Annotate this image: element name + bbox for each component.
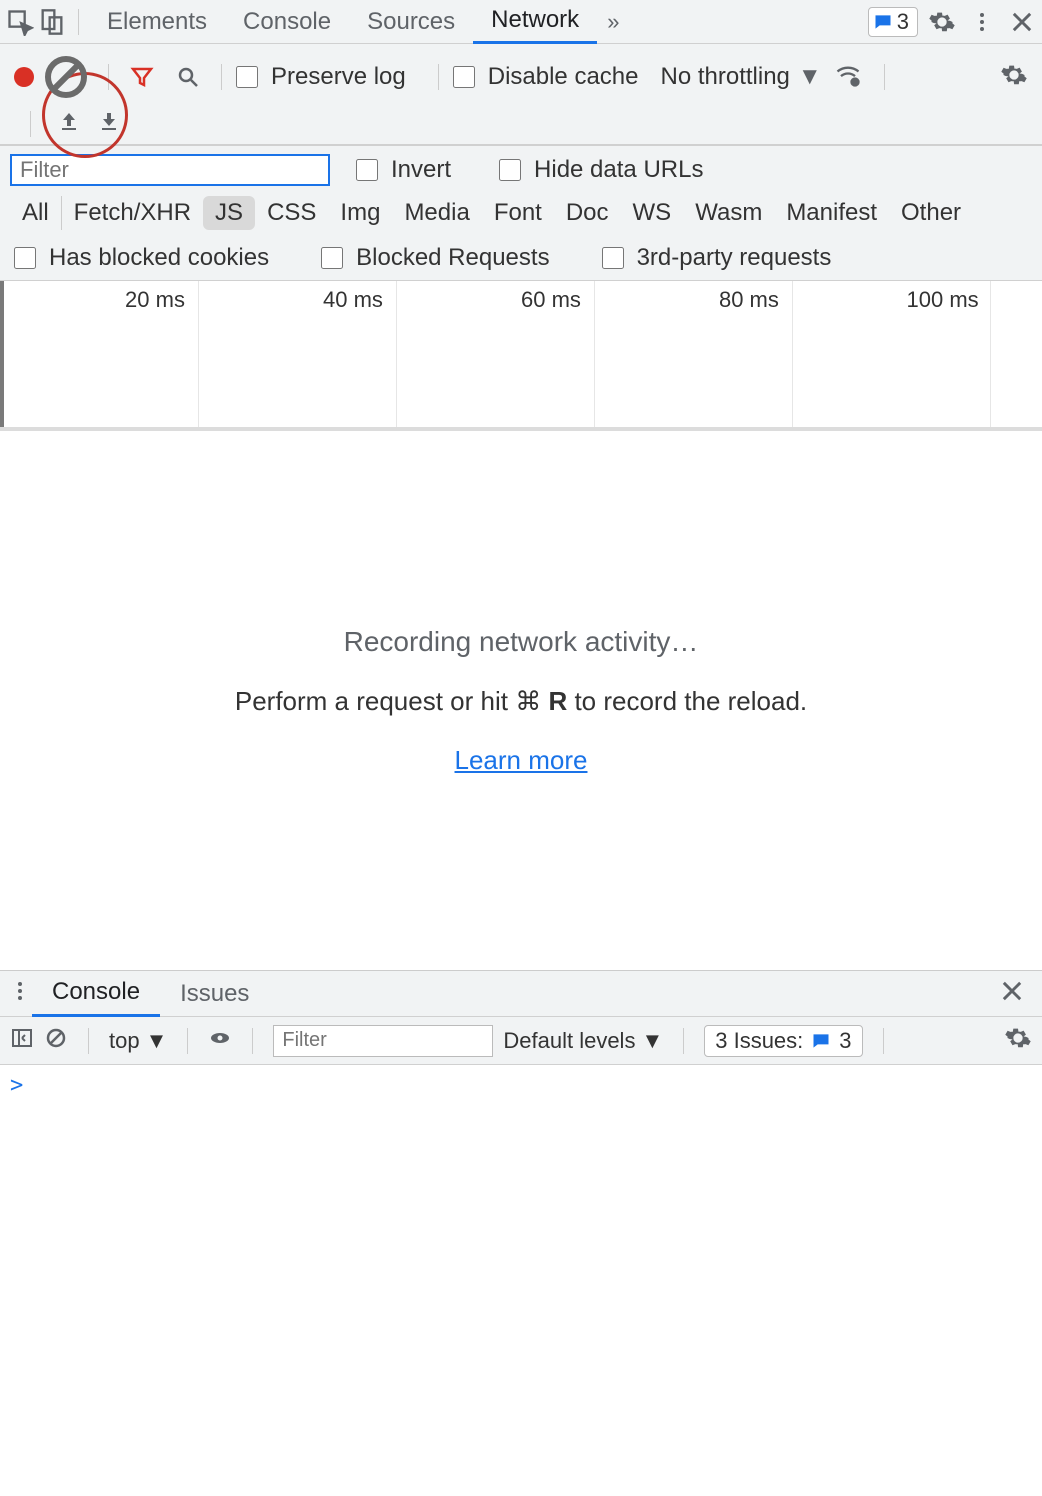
- filter-input[interactable]: [10, 154, 330, 186]
- timeline-tick: 20 ms: [125, 287, 185, 313]
- disable-cache-checkbox[interactable]: Disable cache: [449, 63, 639, 91]
- separator: [30, 111, 31, 137]
- console-clear-icon[interactable]: [44, 1026, 68, 1056]
- separator: [187, 1028, 188, 1054]
- timeline-cursor: [0, 281, 4, 427]
- separator: [438, 64, 439, 90]
- blocked-requests-checkbox[interactable]: Blocked Requests: [317, 244, 549, 272]
- live-expression-icon[interactable]: [208, 1026, 232, 1056]
- kebab-menu-icon[interactable]: [966, 6, 998, 38]
- issues-label: 3 Issues:: [715, 1028, 803, 1054]
- separator: [108, 64, 109, 90]
- separator: [221, 64, 222, 90]
- separator: [683, 1028, 684, 1054]
- clear-button[interactable]: [42, 53, 90, 101]
- tabs-overflow-icon[interactable]: »: [597, 9, 629, 35]
- record-button[interactable]: [14, 67, 34, 87]
- empty-hint: Perform a request or hit ⌘ R to record t…: [235, 686, 807, 717]
- console-context-value: top: [109, 1028, 140, 1054]
- separator: [88, 1028, 89, 1054]
- timeline-tick: 80 ms: [719, 287, 779, 313]
- console-sidebar-toggle-icon[interactable]: [10, 1026, 34, 1056]
- preserve-log-checkbox[interactable]: Preserve log: [232, 63, 406, 91]
- network-settings-icon[interactable]: [1000, 61, 1028, 94]
- inspect-element-icon[interactable]: [4, 6, 36, 38]
- search-icon[interactable]: [173, 62, 203, 92]
- drawer-tab-bar: Console Issues: [0, 971, 1042, 1017]
- type-filter-css[interactable]: CSS: [255, 196, 328, 230]
- has-blocked-cookies-label: Has blocked cookies: [49, 244, 269, 272]
- caret-down-icon: ▼: [641, 1028, 663, 1054]
- timeline-tick: 60 ms: [521, 287, 581, 313]
- close-devtools-icon[interactable]: [1006, 6, 1038, 38]
- learn-more-link[interactable]: Learn more: [455, 745, 588, 776]
- hide-data-urls-label: Hide data URLs: [534, 156, 703, 184]
- settings-gear-icon[interactable]: [926, 6, 958, 38]
- third-party-checkbox[interactable]: 3rd-party requests: [598, 244, 832, 272]
- console-levels-select[interactable]: Default levels ▼: [503, 1028, 663, 1054]
- drawer-close-icon[interactable]: [990, 977, 1034, 1010]
- timeline-tick: 40 ms: [323, 287, 383, 313]
- separator: [78, 9, 79, 35]
- console-prompt: >: [10, 1073, 23, 1098]
- type-filter-doc[interactable]: Doc: [554, 196, 621, 230]
- console-levels-value: Default levels: [503, 1028, 635, 1054]
- disable-cache-label: Disable cache: [488, 63, 639, 91]
- caret-down-icon: ▼: [798, 63, 822, 91]
- invert-checkbox[interactable]: Invert: [352, 156, 451, 184]
- tab-elements[interactable]: Elements: [89, 0, 225, 44]
- drawer-tab-console[interactable]: Console: [32, 971, 160, 1017]
- drawer-menu-icon[interactable]: [8, 979, 32, 1008]
- filter-funnel-icon[interactable]: [127, 62, 157, 92]
- console-issues-pill[interactable]: 3 Issues: 3: [704, 1025, 862, 1057]
- console-toolbar: top ▼ Default levels ▼ 3 Issues: 3: [0, 1017, 1042, 1065]
- devtools-tab-bar: Elements Console Sources Network » 3: [0, 0, 1042, 44]
- caret-down-icon: ▼: [146, 1028, 168, 1054]
- network-toolbar: Preserve log Disable cache No throttling…: [0, 44, 1042, 145]
- blocked-requests-label: Blocked Requests: [356, 244, 549, 272]
- tab-console[interactable]: Console: [225, 0, 349, 44]
- separator: [252, 1028, 253, 1054]
- console-settings-icon[interactable]: [1004, 1024, 1032, 1058]
- type-filter-other[interactable]: Other: [889, 196, 973, 230]
- throttling-select[interactable]: No throttling ▼: [660, 63, 821, 91]
- type-filter-wasm[interactable]: Wasm: [683, 196, 774, 230]
- type-filter-img[interactable]: Img: [328, 196, 392, 230]
- timeline-tick: 100 ms: [907, 287, 979, 313]
- tab-network[interactable]: Network: [473, 0, 597, 44]
- type-filter-media[interactable]: Media: [392, 196, 481, 230]
- separator: [883, 1028, 884, 1054]
- messages-indicator[interactable]: 3: [868, 7, 918, 37]
- console-filter-input[interactable]: [273, 1025, 493, 1057]
- console-body[interactable]: >: [0, 1065, 1042, 1106]
- preserve-log-label: Preserve log: [271, 63, 406, 91]
- messages-count: 3: [897, 9, 909, 35]
- type-filter-js[interactable]: JS: [203, 196, 255, 230]
- issues-count: 3: [839, 1028, 851, 1054]
- network-conditions-icon[interactable]: [834, 61, 862, 94]
- network-empty-state: Recording network activity… Perform a re…: [0, 431, 1042, 971]
- separator: [884, 64, 885, 90]
- type-filter-group: All Fetch/XHR JS CSS Img Media Font Doc …: [10, 196, 1032, 230]
- throttling-value: No throttling: [660, 63, 789, 91]
- type-filter-manifest[interactable]: Manifest: [774, 196, 889, 230]
- has-blocked-cookies-checkbox[interactable]: Has blocked cookies: [10, 244, 269, 272]
- drawer-tab-issues[interactable]: Issues: [160, 971, 269, 1017]
- type-filter-font[interactable]: Font: [482, 196, 554, 230]
- export-har-icon[interactable]: [97, 110, 121, 139]
- type-filter-fetchxhr[interactable]: Fetch/XHR: [62, 196, 203, 230]
- network-filter-bar: Invert Hide data URLs All Fetch/XHR JS C…: [0, 145, 1042, 281]
- device-toggle-icon[interactable]: [36, 6, 68, 38]
- third-party-label: 3rd-party requests: [637, 244, 832, 272]
- hide-data-urls-checkbox[interactable]: Hide data URLs: [495, 156, 703, 184]
- invert-label: Invert: [391, 156, 451, 184]
- import-har-icon[interactable]: [57, 110, 81, 139]
- network-timeline[interactable]: 20 ms 40 ms 60 ms 80 ms 100 ms: [0, 281, 1042, 431]
- empty-title: Recording network activity…: [344, 626, 699, 658]
- type-filter-all[interactable]: All: [10, 196, 62, 230]
- console-context-select[interactable]: top ▼: [109, 1028, 167, 1054]
- type-filter-ws[interactable]: WS: [621, 196, 684, 230]
- tab-sources[interactable]: Sources: [349, 0, 473, 44]
